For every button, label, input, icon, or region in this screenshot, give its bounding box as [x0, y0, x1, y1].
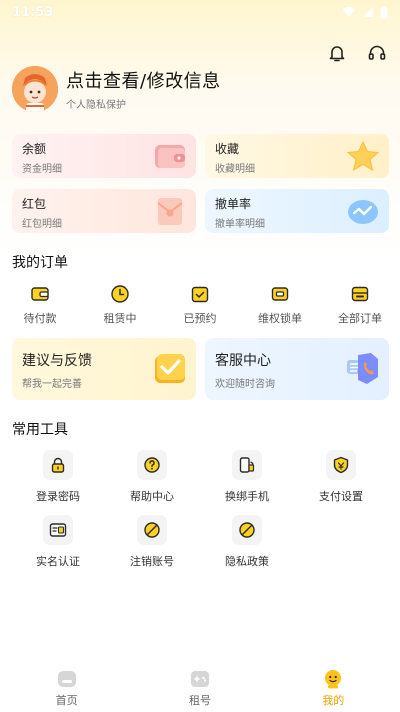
avatar[interactable]: [12, 66, 58, 112]
tab-mine[interactable]: 我的: [293, 669, 373, 708]
bottom-tab-bar: 首页 租号 我的: [0, 664, 400, 712]
order-all-label: 全部订单: [338, 312, 382, 325]
orders-section-title: 我的订单: [12, 255, 68, 271]
calendar-icon: [191, 286, 209, 303]
star-icon: [346, 140, 380, 172]
policy-icon: [232, 515, 262, 545]
tool-real-name-auth-label: 实名认证: [36, 555, 80, 568]
tool-help-center[interactable]: 帮助中心: [112, 450, 192, 504]
top-actions: [326, 42, 388, 64]
gamepad-icon: [190, 670, 209, 687]
order-rights-lock-label: 维权锁单: [258, 312, 302, 325]
balance-card[interactable]: 余额 资金明细: [12, 134, 196, 178]
cancel-rate-card[interactable]: 撤单率 撤单率明细: [205, 189, 389, 233]
id-card-icon: [43, 515, 73, 545]
order-renting-label: 租赁中: [103, 312, 137, 325]
wifi-icon: [342, 6, 356, 17]
chart-icon: [348, 200, 378, 224]
lock-icon: [43, 450, 73, 480]
order-pending-payment[interactable]: 待付款: [5, 284, 75, 326]
tool-real-name-auth[interactable]: 实名认证: [18, 515, 98, 569]
battery-icon: [380, 5, 388, 18]
status-time: 11:53: [12, 4, 54, 20]
shield-icon: [326, 450, 356, 480]
red-envelope-card[interactable]: 红包 红包明细: [12, 189, 196, 233]
tool-privacy-policy[interactable]: 隐私政策: [207, 515, 287, 569]
feedback-checkbox-icon: [155, 354, 185, 383]
home-icon: [57, 670, 76, 687]
tab-home[interactable]: 首页: [27, 669, 107, 708]
tool-login-password-label: 登录密码: [36, 490, 80, 503]
wallet-icon: [155, 145, 185, 168]
tool-cancel-account-label: 注销账号: [130, 555, 174, 568]
order-pending-payment-label: 待付款: [23, 312, 57, 325]
profile-privacy-label: 个人隐私保护: [66, 100, 126, 111]
tool-help-center-label: 帮助中心: [130, 490, 174, 503]
mine-icon: [325, 669, 342, 688]
customer-service-card[interactable]: 客服中心 欢迎随时咨询: [205, 338, 389, 400]
tab-mine-label: 我的: [322, 693, 345, 707]
profile-header[interactable]: 点击查看/修改信息 个人隐私保护: [12, 66, 221, 112]
favorites-card[interactable]: 收藏 收藏明细: [205, 134, 389, 178]
profile-text: 点击查看/修改信息 个人隐私保护: [66, 67, 221, 111]
lock-order-icon: [271, 287, 289, 301]
order-rights-lock[interactable]: 维权锁单: [245, 284, 315, 326]
tool-change-phone-label: 换绑手机: [225, 490, 269, 503]
phone-icon: [232, 450, 262, 480]
status-icons: [342, 5, 388, 19]
tab-home-label: 首页: [55, 693, 78, 707]
wallet-icon: [31, 287, 49, 301]
tab-rent-account[interactable]: 租号: [160, 669, 240, 708]
tool-cancel-account[interactable]: 注销账号: [112, 515, 192, 569]
order-reserved[interactable]: 已预约: [165, 284, 235, 326]
list-icon: [351, 286, 369, 302]
notification-bell-icon[interactable]: [326, 42, 348, 64]
order-all[interactable]: 全部订单: [325, 284, 395, 326]
profile-name[interactable]: 点击查看/修改信息: [66, 67, 221, 93]
status-bar: 11:53: [0, 0, 400, 24]
signal-icon: [363, 7, 373, 17]
tab-rent-account-label: 租号: [188, 693, 211, 707]
cancel-icon: [137, 515, 167, 545]
tool-change-phone[interactable]: 换绑手机: [207, 450, 287, 504]
tool-payment-settings-label: 支付设置: [319, 490, 363, 503]
tool-payment-settings[interactable]: 支付设置: [301, 450, 381, 504]
headset-icon[interactable]: [366, 42, 388, 64]
red-envelope-icon: [157, 198, 183, 225]
feedback-card[interactable]: 建议与反馈 帮我一起完善: [12, 338, 196, 400]
clock-icon: [111, 285, 129, 303]
order-reserved-label: 已预约: [183, 312, 217, 325]
orders-row: 待付款 租赁中 已预约 维权锁单 全部订单: [0, 284, 400, 326]
tool-login-password[interactable]: 登录密码: [18, 450, 98, 504]
avatar-character-icon: [12, 66, 58, 112]
phone-service-icon: [347, 353, 378, 384]
help-icon: [137, 450, 167, 480]
order-renting[interactable]: 租赁中: [85, 284, 155, 326]
tool-privacy-policy-label: 隐私政策: [225, 555, 269, 568]
tools-section-title: 常用工具: [12, 422, 68, 438]
